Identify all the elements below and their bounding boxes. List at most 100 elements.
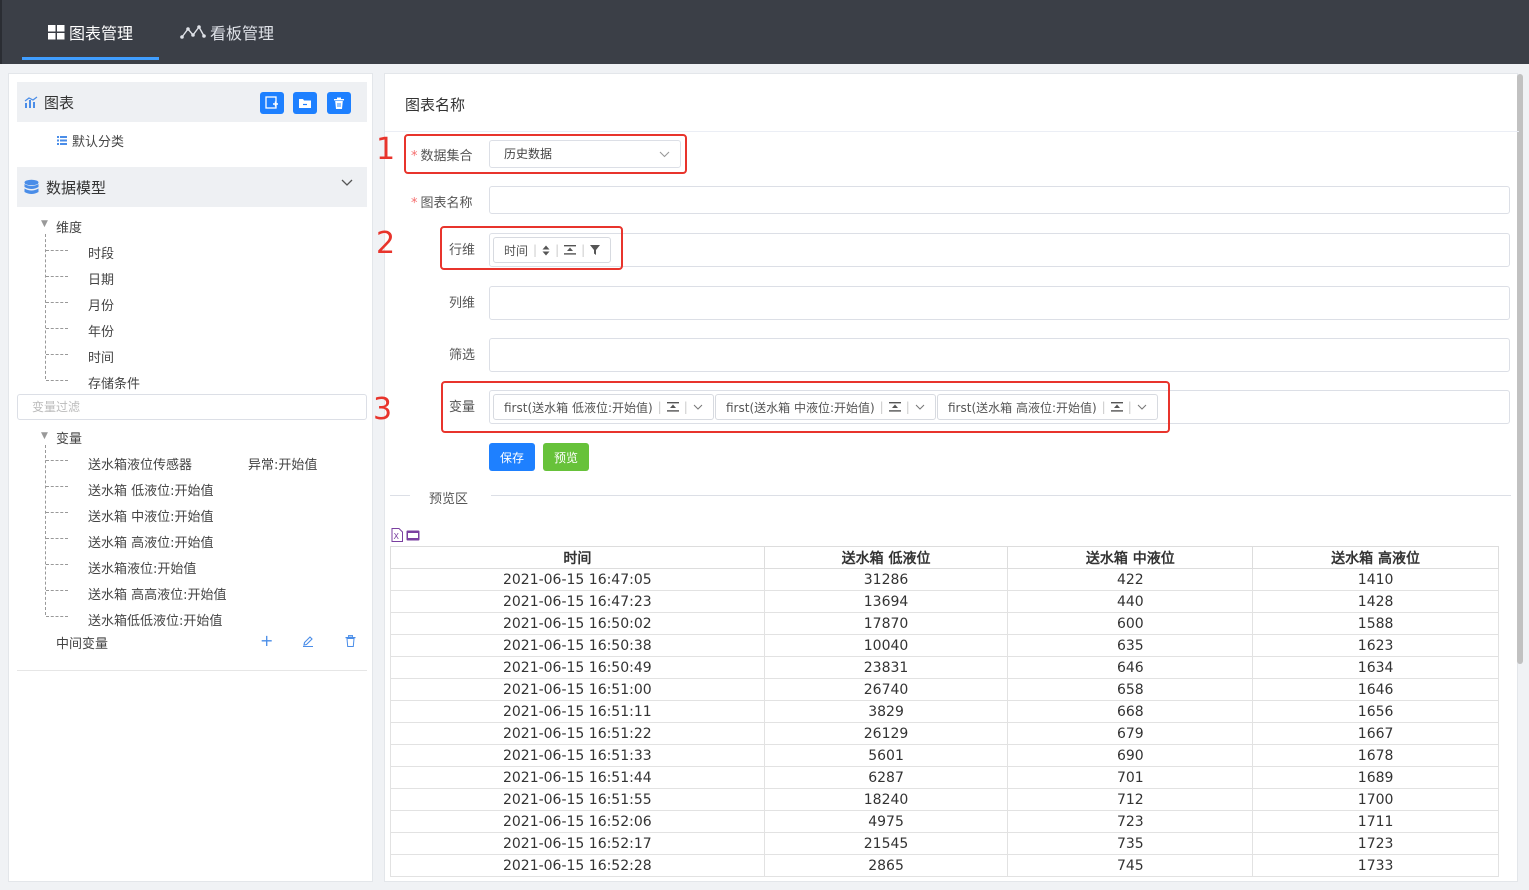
table-cell: 646: [1007, 656, 1254, 679]
dimension-item[interactable]: 时段: [88, 243, 114, 262]
table-cell: 23831: [763, 656, 1009, 679]
table-cell: 712: [1007, 788, 1254, 811]
table-row: 2021-06-15 16:52:06 4975 723 1711: [390, 810, 1499, 833]
table-cell: 440: [1007, 590, 1254, 613]
table-row: 2021-06-15 16:52:28 2865 745 1733: [390, 854, 1499, 877]
table-cell: 600: [1007, 612, 1254, 635]
table-cell: 2021-06-15 16:50:02: [390, 612, 765, 635]
scrollbar[interactable]: [1517, 74, 1523, 664]
table-cell: 5601: [763, 744, 1009, 767]
table-cell: 1410: [1252, 568, 1499, 591]
divider: [17, 670, 367, 671]
table-cell: 1588: [1252, 612, 1499, 635]
filter-dropzone[interactable]: [489, 338, 1510, 372]
table-cell: 735: [1007, 832, 1254, 855]
table-cell: 3829: [763, 700, 1009, 723]
top-nav: 图表管理 看板管理: [0, 0, 1529, 64]
filter-label: 筛选: [449, 348, 476, 363]
dimension-item[interactable]: 时间: [88, 347, 114, 366]
save-button[interactable]: 保存: [489, 443, 535, 471]
table-cell: 2865: [763, 854, 1009, 877]
table-cell: 2021-06-15 16:51:55: [390, 788, 765, 811]
divider: [385, 131, 1519, 132]
dimension-item[interactable]: 月份: [88, 295, 114, 314]
variable-item[interactable]: 送水箱 高液位:开始值: [88, 532, 214, 551]
table-cell: 2021-06-15 16:51:44: [390, 766, 765, 789]
column-header[interactable]: 送水箱 低液位: [763, 546, 1009, 569]
table-cell: 21545: [763, 832, 1009, 855]
table-cell: 1723: [1252, 832, 1499, 855]
table-row: 2021-06-15 16:51:22 26129 679 1667: [390, 722, 1499, 745]
variables-label: 变量: [56, 432, 83, 447]
column-dimension-dropzone[interactable]: [489, 286, 1510, 320]
delete-button[interactable]: [327, 92, 351, 114]
table-cell: 1733: [1252, 854, 1499, 877]
chart-name-label: * 图表名称: [411, 196, 473, 211]
default-category-item[interactable]: 默认分类: [57, 131, 124, 150]
add-chart-button[interactable]: [260, 92, 284, 114]
charts-section-header: 图表: [17, 82, 367, 122]
annotation-box-2: [440, 226, 623, 270]
table-cell: 2021-06-15 16:52:28: [390, 854, 765, 877]
table-cell: 18240: [763, 788, 1009, 811]
left-sidebar: 图表 默认分类 数据模型 ▼ 维度 时段 日期 月份 年份 时间 存储条件 变量…: [8, 73, 373, 882]
page-title: 图表名称: [405, 96, 466, 114]
table-row: 2021-06-15 16:51:55 18240 712 1700: [390, 788, 1499, 811]
table-row: 2021-06-15 16:51:44 6287 701 1689: [390, 766, 1499, 789]
table-cell: 2021-06-15 16:50:38: [390, 634, 765, 657]
trash-icon[interactable]: [345, 635, 356, 647]
table-cell: 2021-06-15 16:47:05: [390, 568, 765, 591]
table-cell: 1667: [1252, 722, 1499, 745]
table-cell: 2021-06-15 16:51:11: [390, 700, 765, 723]
table-cell: 701: [1007, 766, 1254, 789]
chart-name-input[interactable]: [489, 186, 1510, 214]
dimension-item[interactable]: 存储条件: [88, 373, 140, 392]
column-header[interactable]: 送水箱 高液位: [1252, 546, 1499, 569]
tab-chart-management-label: 图表管理: [68, 24, 133, 43]
divider: [491, 495, 1511, 496]
add-folder-button[interactable]: [293, 92, 317, 114]
add-icon[interactable]: +: [260, 631, 273, 650]
row-dimension-dropzone[interactable]: [489, 233, 1510, 267]
column-header[interactable]: 送水箱 中液位: [1007, 546, 1254, 569]
table-cell: 2021-06-15 16:51:22: [390, 722, 765, 745]
tab-chart-management[interactable]: 图表管理: [22, 0, 159, 64]
preview-table: 时间 送水箱 低液位 送水箱 中液位 送水箱 高液位 2021-06-15 16…: [390, 546, 1499, 877]
caret-down-icon[interactable]: ▼: [41, 431, 48, 441]
variable-item[interactable]: 送水箱液位传感器: [88, 454, 192, 473]
annotation-box-1: [404, 134, 687, 174]
column-header[interactable]: 时间: [390, 546, 765, 569]
table-row: 2021-06-15 16:47:05 31286 422 1410: [390, 568, 1499, 591]
table-cell: 679: [1007, 722, 1254, 745]
preview-button[interactable]: 预览: [543, 443, 589, 471]
variable-item[interactable]: 送水箱液位:开始值: [88, 558, 196, 577]
table-cell: 1428: [1252, 590, 1499, 613]
tab-dashboard-management[interactable]: 看板管理: [180, 0, 274, 64]
dimension-item[interactable]: 年份: [88, 321, 114, 340]
data-model-section-header[interactable]: 数据模型: [17, 167, 367, 207]
edit-icon[interactable]: [302, 635, 314, 647]
annotation-number: 3: [373, 392, 393, 427]
table-cell: 6287: [763, 766, 1009, 789]
table-cell: 26129: [763, 722, 1009, 745]
variable-item[interactable]: 送水箱 中液位:开始值: [88, 506, 214, 525]
csv-export-icon[interactable]: [406, 530, 420, 541]
chevron-down-icon[interactable]: [341, 179, 353, 187]
annotation-box-3: [441, 381, 1170, 433]
variable-item[interactable]: 送水箱 高高液位:开始值: [88, 584, 227, 603]
variable-item[interactable]: 送水箱低低液位:开始值: [88, 610, 222, 629]
table-cell: 422: [1007, 568, 1254, 591]
excel-export-icon[interactable]: X: [391, 528, 403, 542]
annotation-number: 1: [376, 132, 396, 167]
variable-item[interactable]: 送水箱 低液位:开始值: [88, 480, 214, 499]
table-cell: 31286: [763, 568, 1009, 591]
variable-filter-input[interactable]: 变量过滤: [17, 394, 367, 420]
table-cell: 17870: [763, 612, 1009, 635]
table-cell: 2021-06-15 16:52:06: [390, 810, 765, 833]
caret-down-icon[interactable]: ▼: [41, 219, 48, 229]
dimensions-label: 维度: [56, 221, 83, 236]
table-row: 2021-06-15 16:51:00 26740 658 1646: [390, 678, 1499, 701]
tree-connector: [45, 234, 46, 379]
table-cell: 1634: [1252, 656, 1499, 679]
dimension-item[interactable]: 日期: [88, 269, 114, 288]
